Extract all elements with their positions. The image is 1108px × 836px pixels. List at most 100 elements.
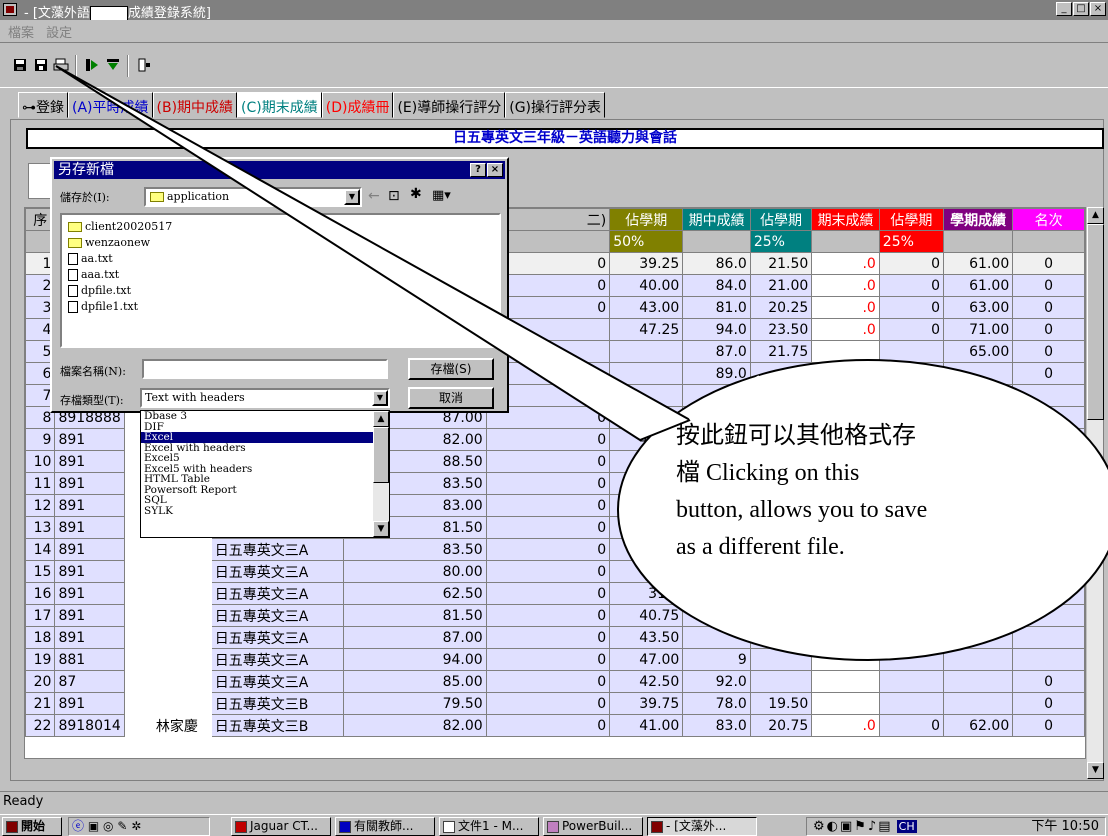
cell-blank[interactable]: [124, 604, 153, 627]
scroll-thumb[interactable]: [1087, 224, 1104, 420]
cell-fin[interactable]: .0: [811, 714, 880, 737]
maximize-button[interactable]: □: [1073, 2, 1089, 16]
cell-sem[interactable]: [942, 384, 1014, 407]
cell-avg[interactable]: 81.50: [343, 604, 487, 627]
exit-icon[interactable]: [134, 57, 154, 75]
filetype-option[interactable]: Dbase 3: [141, 411, 374, 422]
cell-sem[interactable]: 63.00: [942, 296, 1014, 319]
cell-est1[interactable]: 47.00: [609, 648, 684, 671]
cell-z[interactable]: 0: [485, 648, 611, 671]
scroll-down-icon[interactable]: ▼: [373, 521, 389, 537]
vertical-scrollbar[interactable]: ▲ ▼: [1086, 207, 1104, 779]
cell-name[interactable]: [151, 582, 212, 605]
cell-est1[interactable]: 41.00: [609, 428, 684, 451]
cell-fin[interactable]: .0: [811, 296, 880, 319]
cell-id[interactable]: 881: [54, 648, 126, 671]
cell-est1[interactable]: 31.2: [609, 582, 684, 605]
task-document[interactable]: 文件1 - M...: [439, 817, 539, 836]
task-grade-system[interactable]: - [文藻外...: [647, 817, 757, 836]
cell-blank[interactable]: [124, 560, 153, 583]
cell-est2[interactable]: 20.75: [749, 714, 813, 737]
cell-rank[interactable]: [1012, 384, 1085, 407]
cancel-button[interactable]: 取消: [408, 387, 494, 409]
cell-z[interactable]: 0: [485, 626, 611, 649]
cell-z[interactable]: 0: [485, 714, 611, 737]
cell-est1[interactable]: 43.50: [609, 626, 684, 649]
cell-z[interactable]: 0: [485, 692, 611, 715]
tab-midterm-grades[interactable]: (B)期中成績: [152, 92, 238, 118]
help-icon[interactable]: ?: [470, 163, 486, 177]
cell-est2[interactable]: [749, 362, 813, 385]
language-indicator[interactable]: CH: [896, 820, 917, 833]
cell-est1[interactable]: [609, 384, 684, 407]
cell-blank[interactable]: [124, 538, 153, 561]
cell-est2[interactable]: 20.25: [749, 296, 813, 319]
cell-rank[interactable]: [1012, 648, 1085, 671]
cell-sem[interactable]: [942, 362, 1014, 385]
cell-mid[interactable]: 89.0: [682, 362, 751, 385]
cell-rank[interactable]: 0: [1012, 340, 1085, 363]
cell-est1[interactable]: 41.00: [609, 714, 684, 737]
up-folder-icon[interactable]: ⊡: [388, 188, 400, 204]
cell-est1[interactable]: 43.00: [609, 296, 684, 319]
cell-sem[interactable]: [942, 582, 1014, 605]
filetype-option[interactable]: SQL: [141, 495, 374, 506]
cell-est1[interactable]: 43.: [609, 406, 684, 429]
cell-sem[interactable]: 61.00: [942, 274, 1014, 297]
cell-f0[interactable]: [878, 692, 944, 715]
cell-fin[interactable]: [811, 384, 880, 407]
cell-cls[interactable]: 日五專英文三B: [210, 692, 345, 715]
cell-est1[interactable]: 40.00: [609, 274, 684, 297]
cell-id[interactable]: 8918014: [54, 714, 126, 737]
cell-rank[interactable]: [1012, 604, 1085, 627]
cell-no[interactable]: 10: [25, 450, 56, 473]
start-button[interactable]: 開始: [2, 817, 62, 836]
cell-rank[interactable]: 0: [1012, 714, 1085, 737]
cell-name[interactable]: [151, 560, 212, 583]
new-folder-icon[interactable]: ✱: [410, 186, 422, 202]
cell-z[interactable]: 0: [485, 538, 611, 561]
cell-no[interactable]: 16: [25, 582, 56, 605]
menu-file[interactable]: 檔案: [8, 22, 34, 41]
cell-no[interactable]: 17: [25, 604, 56, 627]
cell-id[interactable]: 891: [54, 494, 126, 517]
cell-id[interactable]: 891: [54, 560, 126, 583]
cell-sem[interactable]: [942, 604, 1014, 627]
cell-fin[interactable]: .0: [811, 274, 880, 297]
cell-blank[interactable]: [124, 648, 153, 671]
cell-z[interactable]: 0: [485, 604, 611, 627]
cell-id[interactable]: 87: [54, 670, 126, 693]
cell-fin[interactable]: [811, 582, 880, 605]
cell-mid[interactable]: 81.0: [682, 296, 751, 319]
cell-f0[interactable]: [878, 384, 944, 407]
cell-est2[interactable]: 21.75: [749, 340, 813, 363]
cell-rank[interactable]: [1012, 582, 1085, 605]
cell-f0[interactable]: 0: [878, 318, 944, 341]
cell-rank[interactable]: 0: [1012, 318, 1085, 341]
cell-est2[interactable]: 23.50: [749, 318, 813, 341]
table-row[interactable]: 21 891 日五專英文三B 79.50 0 39.75 78.0 19.50 0: [25, 692, 1085, 715]
cell-no[interactable]: 15: [25, 560, 56, 583]
edit-icon[interactable]: ✎: [117, 819, 127, 833]
cell-est2[interactable]: [749, 648, 813, 671]
tab-grade-book[interactable]: (D)成績冊: [321, 92, 394, 118]
table-row[interactable]: 19 881 日五專英文三A 94.00 0 47.00 9: [25, 648, 1085, 671]
cell-blank[interactable]: [124, 692, 153, 715]
file-item[interactable]: dpfile1.txt: [68, 299, 493, 315]
dropdown-scrollbar[interactable]: ▲ ▼: [373, 411, 389, 537]
cell-rank[interactable]: 0: [1012, 670, 1085, 693]
cell-mid[interactable]: 86.0: [682, 252, 751, 275]
cell-mid[interactable]: 83.0: [682, 714, 751, 737]
cell-f0[interactable]: 0: [878, 714, 944, 737]
scroll-down-icon[interactable]: ▼: [1087, 762, 1104, 779]
table-row[interactable]: 20 87 日五專英文三A 85.00 0 42.50 92.0 0: [25, 670, 1085, 693]
cell-cls[interactable]: 日五專英文三A: [210, 604, 345, 627]
cell-name[interactable]: 林家慶: [151, 714, 212, 737]
cell-mid[interactable]: [682, 384, 751, 407]
cell-id[interactable]: 891: [54, 538, 126, 561]
cell-name[interactable]: [151, 626, 212, 649]
table-row[interactable]: 16 891 日五專英文三A 62.50 0 31.2: [25, 582, 1085, 605]
cell-sem[interactable]: [942, 670, 1014, 693]
filename-input[interactable]: [142, 359, 388, 379]
cell-mid[interactable]: [682, 626, 751, 649]
